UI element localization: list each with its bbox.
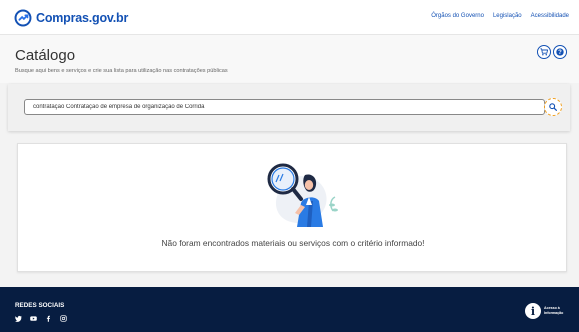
cart-icon	[540, 48, 548, 56]
page-header: Catálogo Busque aqui bens e serviços e c…	[0, 35, 579, 83]
link-orgaos-governo[interactable]: Órgãos do Governo	[431, 13, 484, 19]
link-legislacao[interactable]: Legislação	[493, 13, 522, 19]
search-input[interactable]	[24, 99, 545, 115]
social-title: REDES SOCIAIS	[15, 302, 65, 309]
top-nav: Órgãos do Governo Legislação Acessibilid…	[431, 13, 569, 19]
cart-button[interactable]	[537, 45, 551, 59]
help-button[interactable]: ?	[553, 45, 567, 59]
footer: REDES SOCIAIS i Acesso à Informação	[0, 287, 579, 332]
access-to-information-link[interactable]: i Acesso à Informação	[525, 303, 568, 319]
compras-logo[interactable]: Compras.gov.br	[14, 9, 128, 27]
logo-text: Compras.gov.br	[36, 11, 129, 25]
search-button[interactable]	[544, 98, 562, 116]
social-links	[15, 315, 67, 322]
help-icon: ?	[556, 48, 564, 56]
page-title: Catálogo	[15, 47, 76, 64]
svg-text:?: ?	[558, 50, 562, 56]
compras-logo-icon	[14, 9, 32, 27]
empty-results-message: Não foram encontrados materiais ou servi…	[161, 238, 425, 248]
link-acessibilidade[interactable]: Acessibilidade	[531, 13, 569, 19]
access-to-information-icon: i	[525, 303, 541, 319]
twitter-icon[interactable]	[15, 315, 22, 322]
facebook-icon[interactable]	[45, 315, 52, 322]
youtube-icon[interactable]	[30, 315, 37, 322]
search-area	[8, 84, 570, 131]
empty-search-illustration	[267, 163, 338, 227]
search-icon	[549, 103, 557, 111]
instagram-icon[interactable]	[60, 315, 67, 322]
access-to-information-label: Acesso à Informação	[544, 306, 564, 315]
results-panel: Não foram encontrados materiais ou servi…	[17, 143, 567, 272]
top-bar: Compras.gov.br Órgãos do Governo Legisla…	[0, 0, 579, 35]
page-subtitle: Busque aqui bens e serviços e crie sua l…	[15, 68, 228, 74]
